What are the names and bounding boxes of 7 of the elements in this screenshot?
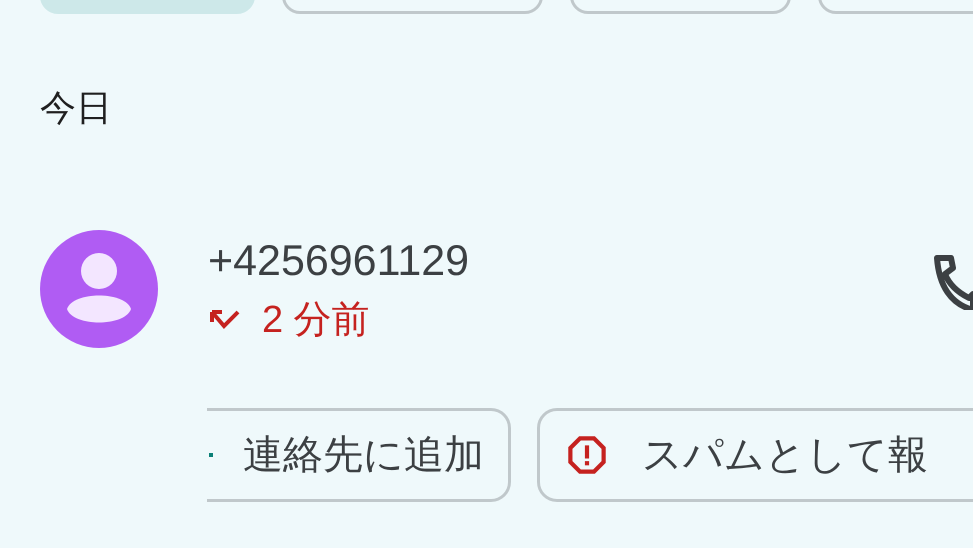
warning-icon: [566, 434, 608, 476]
add-contact-button[interactable]: 連絡先に追加: [207, 408, 511, 502]
section-header: 今日: [40, 86, 112, 130]
call-time: 2 分前: [262, 298, 370, 342]
phone-number: +4256961129: [208, 236, 470, 286]
report-spam-button[interactable]: スパムとして報: [537, 408, 973, 502]
phone-icon[interactable]: [933, 254, 973, 310]
